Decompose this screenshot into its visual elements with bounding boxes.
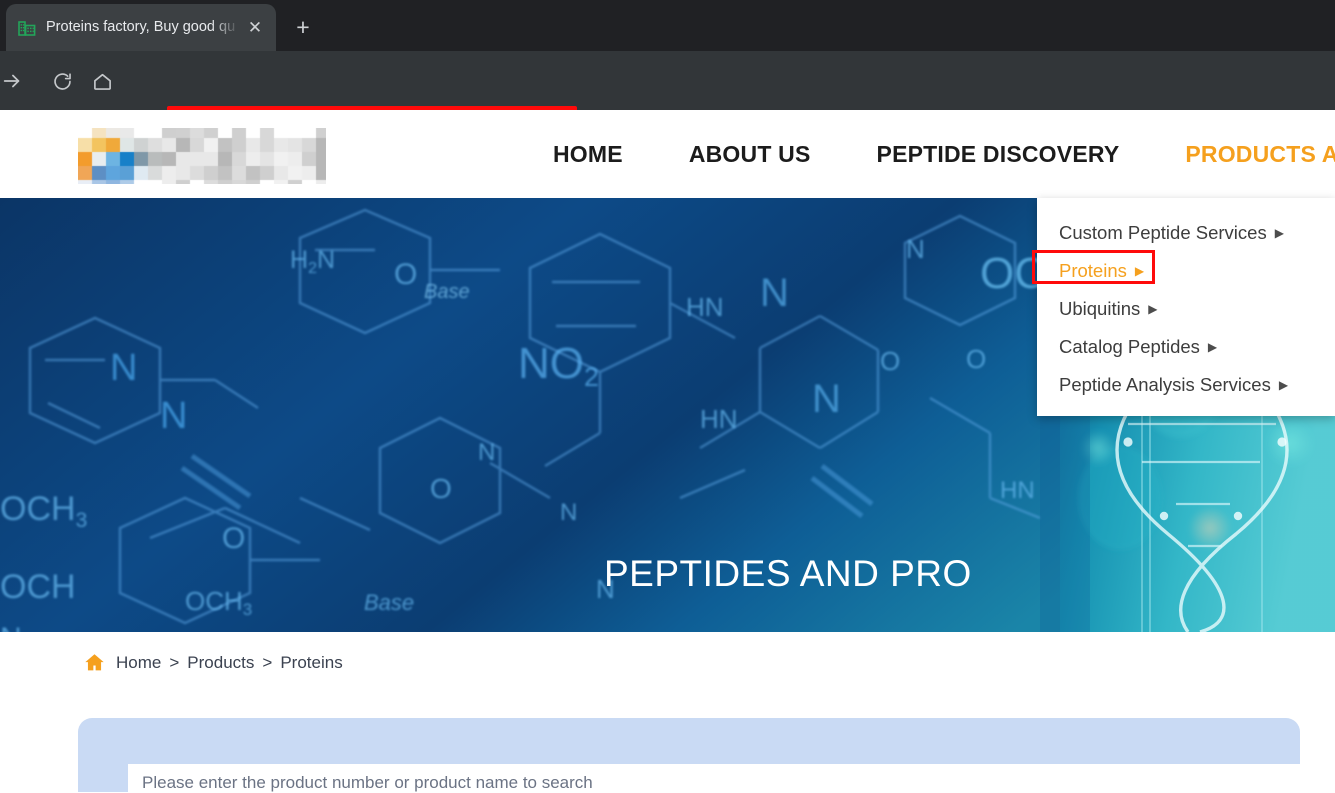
nav-item-peptide-discovery[interactable]: PEPTIDE DISCOVERY: [844, 141, 1153, 168]
nav-item-about-us[interactable]: ABOUT US: [656, 141, 844, 168]
tab-strip: Proteins factory, Buy good qu ✕ +: [0, 0, 1335, 51]
svg-text:N: N: [560, 499, 577, 526]
breadcrumb: Home > Products > Proteins: [84, 652, 343, 673]
breadcrumb-item-proteins[interactable]: Proteins: [280, 653, 342, 673]
arrow-forward-icon[interactable]: [0, 65, 28, 97]
svg-text:N: N: [110, 347, 137, 389]
search-placeholder-text: Please enter the product number or produ…: [142, 773, 593, 792]
hero-title: PEPTIDES AND PRO: [604, 553, 972, 594]
svg-text:N: N: [906, 234, 925, 264]
svg-text:N: N: [812, 377, 841, 421]
svg-text:O: O: [222, 522, 245, 555]
nav-item-products-and-service[interactable]: PRODUCTS AND SERVICE: [1152, 141, 1335, 168]
chevron-right-icon: ▶: [1278, 378, 1289, 392]
breadcrumb-bar: Home > Products > Proteins: [0, 632, 1335, 718]
svg-text:N: N: [0, 622, 22, 632]
svg-text:N: N: [760, 271, 789, 315]
breadcrumb-separator: >: [169, 652, 180, 672]
svg-text:Base: Base: [424, 281, 470, 303]
svg-text:HN: HN: [686, 292, 724, 322]
new-tab-button[interactable]: +: [288, 12, 318, 42]
browser-chrome: Proteins factory, Buy good qu ✕ +: [0, 0, 1335, 154]
svg-text:HN: HN: [700, 404, 738, 434]
dropdown-item-label: Peptide Analysis Services: [1059, 374, 1271, 395]
breadcrumb-separator: >: [262, 652, 273, 672]
dropdown-item-custom-peptide-services[interactable]: Custom Peptide Services ▶: [1037, 214, 1335, 252]
site-logo[interactable]: [78, 128, 326, 184]
chevron-right-icon: ▶: [1274, 226, 1284, 240]
svg-text:O: O: [430, 473, 452, 504]
home-orange-icon[interactable]: [84, 652, 105, 673]
svg-text:N: N: [478, 439, 495, 466]
dropdown-item-peptide-analysis-services[interactable]: Peptide Analysis Services ▶: [1037, 366, 1335, 404]
breadcrumb-item-products[interactable]: Products: [187, 653, 254, 673]
chevron-right-icon: ▶: [1134, 264, 1145, 278]
svg-text:OCH: OCH: [0, 568, 76, 606]
dropdown-item-label: Ubiquitins: [1059, 298, 1141, 319]
breadcrumb-item-home[interactable]: Home: [116, 653, 161, 673]
svg-text:OCH3: OCH3: [185, 586, 252, 619]
home-icon[interactable]: [86, 65, 118, 97]
nav-item-home[interactable]: HOME: [520, 141, 656, 168]
dropdown-item-label: Catalog Peptides: [1059, 336, 1200, 357]
search-input[interactable]: Please enter the product number or produ…: [128, 764, 1300, 792]
dropdown-item-label: Custom Peptide Services: [1059, 222, 1267, 243]
site-header: HOME ABOUT US PEPTIDE DISCOVERY PRODUCTS…: [0, 110, 1335, 198]
browser-toolbar: test.haiyong.site/supplier-4222949-prote…: [0, 51, 1335, 154]
dropdown-item-catalog-peptides[interactable]: Catalog Peptides ▶: [1037, 328, 1335, 366]
close-icon[interactable]: ✕: [242, 15, 268, 41]
products-dropdown-menu: Custom Peptide Services ▶ Proteins ▶ Ubi…: [1032, 198, 1335, 416]
browser-tab[interactable]: Proteins factory, Buy good qu ✕: [6, 4, 276, 51]
factory-building-icon: [18, 19, 36, 37]
product-search-panel: Please enter the product number or produ…: [78, 718, 1300, 792]
dropdown-item-proteins[interactable]: Proteins ▶: [1032, 250, 1335, 290]
tab-title: Proteins factory, Buy good qu: [46, 19, 236, 35]
svg-text:N: N: [160, 395, 187, 437]
main-navigation: HOME ABOUT US PEPTIDE DISCOVERY PRODUCTS…: [520, 110, 1335, 198]
chevron-right-icon: ▶: [1207, 340, 1218, 354]
reload-icon[interactable]: [46, 65, 78, 97]
dropdown-item-ubiquitins[interactable]: Ubiquitins ▶: [1037, 290, 1335, 328]
svg-text:O: O: [880, 346, 900, 376]
svg-text:OCH3: OCH3: [0, 490, 87, 532]
logo-image-blurred: [78, 128, 326, 184]
dropdown-item-label: Proteins: [1059, 260, 1127, 281]
chevron-right-icon: ▶: [1148, 302, 1158, 316]
svg-text:O: O: [966, 344, 986, 374]
svg-text:HN: HN: [1000, 477, 1035, 504]
svg-text:O: O: [394, 258, 417, 291]
svg-text:Base: Base: [364, 590, 414, 615]
